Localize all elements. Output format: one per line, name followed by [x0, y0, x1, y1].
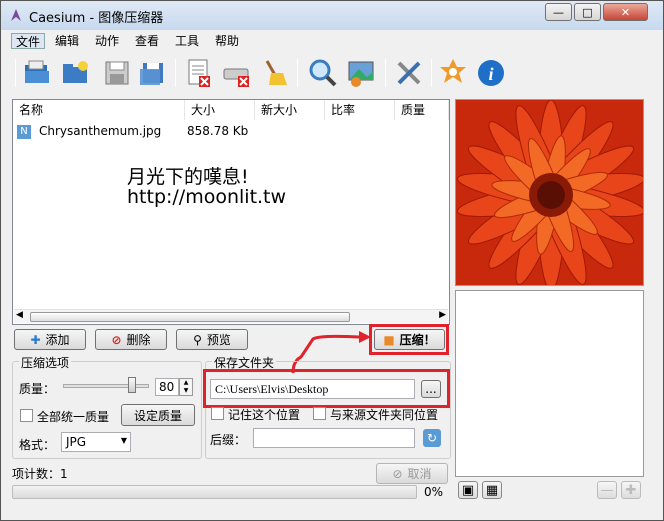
add-button-label: 添加 — [45, 333, 70, 347]
column-header-name[interactable]: 名称 — [13, 100, 185, 120]
maximize-button[interactable]: □ — [574, 3, 601, 21]
watermark-url: http://moonlit.tw — [127, 186, 287, 208]
quality-slider-track[interactable] — [63, 384, 149, 388]
save-as-icon[interactable] — [137, 57, 169, 89]
remove-button[interactable]: ⊘ 删除 — [95, 329, 167, 350]
column-header-ratio[interactable]: 比率 — [325, 100, 395, 120]
menu-help[interactable]: 帮助 — [211, 33, 243, 49]
preview-button-label: 预览 — [206, 333, 231, 347]
column-header-new-size[interactable]: 新大小 — [255, 100, 325, 120]
chevron-down-icon: ▼ — [120, 436, 127, 445]
magnifier-icon: ⚲ — [193, 332, 202, 347]
suffix-field[interactable] — [253, 428, 415, 448]
compressed-preview — [455, 290, 644, 477]
compress-icon: ■ — [383, 332, 395, 347]
refresh-icon[interactable]: ↻ — [423, 429, 441, 447]
remove-button-label: 删除 — [126, 333, 151, 347]
column-header-size[interactable]: 大小 — [185, 100, 255, 120]
settings-icon[interactable] — [437, 57, 469, 89]
group-title: 压缩选项 — [19, 354, 72, 371]
table-row[interactable]: N Chrysanthemum.jpg 858.78 Kb — [15, 123, 447, 140]
preview-image-icon[interactable] — [345, 57, 377, 89]
zoom-out-icon[interactable]: — — [597, 481, 617, 499]
zoom-icon[interactable] — [307, 57, 339, 89]
same-as-source-checkbox[interactable] — [313, 407, 326, 420]
no-entry-icon: ⊘ — [111, 332, 122, 347]
preview-button[interactable]: ⚲ 预览 — [176, 329, 248, 350]
quality-value-field[interactable]: 80 — [155, 378, 179, 396]
title-bar: Caesium - 图像压缩器 — □ ✕ — [1, 1, 663, 30]
toolbar-separator — [297, 59, 298, 87]
quality-slider-thumb[interactable] — [127, 377, 136, 393]
compress-button[interactable]: ■ 压缩！ — [374, 329, 445, 350]
file-size: 858.78 Kb — [187, 124, 249, 138]
quality-label: 质量： — [19, 382, 56, 396]
plus-icon: ✚ — [30, 332, 41, 347]
suffix-label: 后缀： — [210, 433, 247, 447]
toolbar-separator — [385, 59, 386, 87]
toolbar-separator — [15, 59, 16, 87]
menu-tools[interactable]: 工具 — [171, 33, 203, 49]
same-quality-label: 全部统一质量 — [37, 410, 110, 424]
info-icon[interactable]: i — [475, 57, 507, 89]
watermark-text: 月光下的嘆息! — [127, 166, 249, 188]
set-quality-label: 设定质量 — [133, 408, 182, 423]
format-select[interactable]: JPG ▼ — [61, 432, 131, 452]
column-header-quality[interactable]: 质量 — [395, 100, 449, 120]
menu-action[interactable]: 动作 — [91, 33, 123, 49]
progress-bar — [12, 485, 417, 499]
browse-label: ... — [425, 382, 437, 396]
svg-text:i: i — [488, 64, 493, 84]
scroll-right-icon[interactable]: ▶ — [439, 310, 446, 320]
cancel-button[interactable]: ⊘ 取消 — [376, 463, 448, 484]
output-path-field[interactable]: C:\Users\Elvis\Desktop — [210, 379, 415, 399]
flower-image — [456, 100, 643, 285]
compression-options-group: 压缩选项 质量： 80 ▲ ▼ 全部统一质量 设定质量 格式： JPG ▼ — [12, 354, 202, 459]
toolbar-separator — [175, 59, 176, 87]
zoom-fit-icon[interactable]: ▣ — [458, 481, 478, 499]
format-value: JPG — [66, 435, 87, 449]
cancel-button-label: 取消 — [407, 467, 432, 481]
same-as-source-label: 与来源文件夹同位置 — [330, 408, 439, 422]
item-count: 项计数：1 — [12, 467, 68, 481]
toolbar: i — [9, 53, 655, 95]
app-window: Caesium - 图像压缩器 — □ ✕ 文件 编辑 动作 查看 工具 帮助 … — [0, 0, 664, 521]
scroll-thumb[interactable] — [30, 312, 350, 322]
remove-list-icon[interactable] — [183, 57, 215, 89]
progress-percent: 0% — [424, 485, 444, 499]
zoom-in-icon[interactable]: ✚ — [621, 481, 641, 499]
broom-icon[interactable] — [259, 57, 291, 89]
image-file-icon: N — [17, 125, 31, 139]
close-button[interactable]: ✕ — [603, 3, 648, 21]
image-preview — [455, 99, 644, 286]
browse-button[interactable]: ... — [421, 380, 441, 398]
remember-location-label: 记住这个位置 — [228, 408, 301, 422]
same-quality-checkbox[interactable] — [20, 409, 33, 422]
compress-button-label: 压缩！ — [399, 333, 436, 347]
clear-drive-icon[interactable] — [221, 57, 253, 89]
file-name: Chrysanthemum.jpg — [39, 124, 162, 138]
window-title: Caesium - 图像压缩器 — [29, 11, 164, 26]
set-quality-button[interactable]: 设定质量 — [121, 404, 195, 426]
menu-view[interactable]: 查看 — [131, 33, 163, 49]
menu-bar: 文件 编辑 动作 查看 工具 帮助 — [9, 31, 655, 51]
toolbar-separator — [431, 59, 432, 87]
no-entry-icon: ⊘ — [392, 466, 403, 481]
zoom-full-icon[interactable]: ▦ — [482, 481, 502, 499]
open-image-icon[interactable] — [59, 57, 91, 89]
menu-edit[interactable]: 编辑 — [51, 33, 83, 49]
open-folder-icon[interactable] — [21, 57, 53, 89]
remember-location-checkbox[interactable] — [211, 407, 224, 420]
format-label: 格式： — [19, 438, 56, 452]
horizontal-scrollbar[interactable]: ◀ ▶ — [14, 309, 448, 323]
add-button[interactable]: ✚ 添加 — [14, 329, 86, 350]
quality-spinner[interactable]: ▲ ▼ — [179, 378, 193, 396]
app-logo-icon — [11, 9, 21, 21]
tools-icon[interactable] — [393, 57, 425, 89]
minimize-button[interactable]: — — [545, 3, 572, 21]
menu-file[interactable]: 文件 — [11, 33, 46, 49]
save-icon[interactable] — [101, 57, 133, 89]
scroll-left-icon[interactable]: ◀ — [16, 310, 23, 320]
file-list[interactable]: 名称 大小 新大小 比率 质量 N Chrysanthemum.jpg 858.… — [12, 99, 450, 325]
